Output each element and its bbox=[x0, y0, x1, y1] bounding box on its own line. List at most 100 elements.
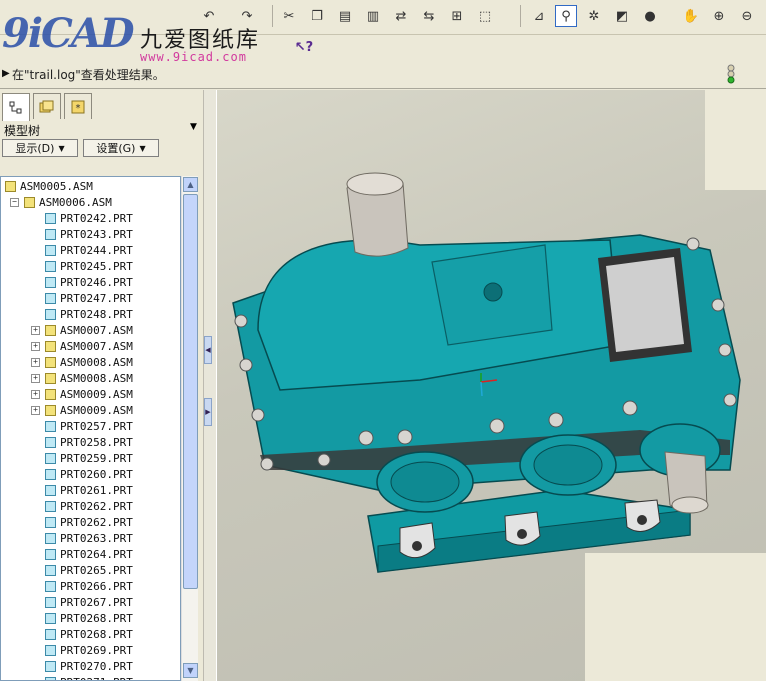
part-icon bbox=[45, 308, 56, 320]
scroll-down-button[interactable]: ▼ bbox=[183, 663, 198, 678]
tree-item[interactable]: PRT0242.PRT bbox=[31, 210, 133, 226]
tree-item-label: PRT0262.PRT bbox=[60, 515, 133, 529]
part-icon bbox=[45, 420, 56, 432]
toolbar-separator bbox=[272, 5, 273, 27]
tree-item[interactable]: PRT0266.PRT bbox=[31, 578, 133, 594]
paste-icon[interactable]: ▤ bbox=[334, 5, 356, 27]
scroll-thumb[interactable] bbox=[183, 194, 198, 589]
tree-item[interactable]: PRT0262.PRT bbox=[31, 514, 133, 530]
expand-right-icon[interactable]: ▶ bbox=[204, 398, 212, 426]
tab-folder-browser[interactable] bbox=[33, 93, 61, 119]
model-tree[interactable]: ASM0005.ASM − ASM0006.ASM PRT0242.PRT PRT024… bbox=[0, 176, 181, 681]
bearing-cap-2-inner bbox=[533, 444, 603, 486]
select-box-icon[interactable]: ⬚ bbox=[474, 5, 496, 27]
tree-item[interactable]: PRT0270.PRT bbox=[31, 658, 133, 674]
copy-icon[interactable]: ❐ bbox=[306, 5, 328, 27]
tree-item[interactable]: PRT0258.PRT bbox=[31, 434, 133, 450]
part-icon bbox=[45, 676, 56, 680]
tree-item[interactable]: PRT0268.PRT bbox=[31, 626, 133, 642]
scroll-up-button[interactable]: ▲ bbox=[183, 177, 198, 192]
tree-item[interactable]: + ASM0009.ASM bbox=[31, 386, 133, 402]
tree-item-label: PRT0264.PRT bbox=[60, 547, 133, 561]
collapse-left-icon[interactable]: ◀ bbox=[204, 336, 212, 364]
assembly-icon bbox=[45, 372, 56, 384]
tree-item[interactable]: PRT0271.PRT bbox=[31, 674, 133, 680]
tree-expander-icon[interactable]: + bbox=[31, 405, 40, 415]
tree-item[interactable]: PRT0267.PRT bbox=[31, 594, 133, 610]
tree-item-label: PRT0266.PRT bbox=[60, 579, 133, 593]
plate-hole bbox=[483, 282, 503, 302]
spin-center-icon[interactable]: ✲ bbox=[583, 5, 605, 27]
cut-icon[interactable]: ✂ bbox=[278, 5, 300, 27]
tree-expander-icon[interactable]: + bbox=[31, 357, 40, 367]
part-icon bbox=[45, 500, 56, 512]
tree-expander-icon[interactable]: + bbox=[31, 325, 40, 335]
settings-button[interactable]: 设置(G) ▼ bbox=[83, 139, 159, 157]
assembly-icon bbox=[5, 180, 16, 192]
model-tree-scrollbar[interactable]: ▲ ▼ bbox=[181, 176, 198, 681]
tree-item[interactable]: PRT0265.PRT bbox=[31, 562, 133, 578]
tree-item[interactable]: PRT0261.PRT bbox=[31, 482, 133, 498]
panel-splitter[interactable] bbox=[203, 90, 217, 681]
tab-favorites[interactable]: * bbox=[64, 93, 92, 119]
tree-item[interactable]: + ASM0007.ASM bbox=[31, 322, 133, 338]
tree-item[interactable]: PRT0259.PRT bbox=[31, 450, 133, 466]
tree-item[interactable]: PRT0263.PRT bbox=[31, 530, 133, 546]
tree-item-label: PRT0262.PRT bbox=[60, 499, 133, 513]
datum-display-icon[interactable]: ⊿ bbox=[528, 5, 550, 27]
part-icon bbox=[45, 436, 56, 448]
tree-expander-icon[interactable]: + bbox=[31, 341, 40, 351]
tree-item-label: PRT0263.PRT bbox=[60, 531, 133, 545]
tree-item[interactable]: PRT0268.PRT bbox=[31, 610, 133, 626]
help-pointer-icon[interactable]: ↖? bbox=[292, 36, 316, 58]
paste-special-icon[interactable]: ▥ bbox=[362, 5, 384, 27]
tree-item[interactable]: + ASM0008.ASM bbox=[31, 354, 133, 370]
regenerate-icon[interactable]: ⇄ bbox=[390, 5, 412, 27]
tree-item[interactable]: PRT0262.PRT bbox=[31, 498, 133, 514]
show-button[interactable]: 显示(D) ▼ bbox=[2, 139, 78, 157]
tree-item[interactable]: − ASM0006.ASM bbox=[10, 194, 112, 210]
tree-item[interactable]: PRT0257.PRT bbox=[31, 418, 133, 434]
tree-item-label: PRT0268.PRT bbox=[60, 627, 133, 641]
tree-item[interactable]: PRT0247.PRT bbox=[31, 290, 133, 306]
zoom-in-icon[interactable]: ⊕ bbox=[708, 5, 730, 27]
part-icon bbox=[45, 580, 56, 592]
tree-expander-icon[interactable]: − bbox=[10, 197, 19, 207]
tree-item[interactable]: PRT0269.PRT bbox=[31, 642, 133, 658]
part-icon bbox=[45, 516, 56, 528]
pan-icon[interactable]: ✋ bbox=[680, 5, 702, 27]
favorites-icon: * bbox=[71, 100, 85, 114]
regenerate-manager-icon[interactable]: ⇆ bbox=[418, 5, 440, 27]
tree-item[interactable]: + ASM0008.ASM bbox=[31, 370, 133, 386]
tree-expander-icon[interactable]: + bbox=[31, 389, 40, 399]
shading-icon[interactable]: ● bbox=[639, 5, 661, 27]
tree-item-label: PRT0244.PRT bbox=[60, 243, 133, 257]
tree-item[interactable]: ASM0005.ASM bbox=[5, 178, 93, 194]
tree-item-label: PRT0245.PRT bbox=[60, 259, 133, 273]
tree-item[interactable]: PRT0264.PRT bbox=[31, 546, 133, 562]
tree-item[interactable]: PRT0260.PRT bbox=[31, 466, 133, 482]
tree-item[interactable]: PRT0245.PRT bbox=[31, 258, 133, 274]
tree-item[interactable]: PRT0248.PRT bbox=[31, 306, 133, 322]
tree-expander-icon[interactable]: + bbox=[31, 373, 40, 383]
show-button-label: 显示(D) bbox=[15, 142, 55, 155]
find-icon[interactable]: ⊞ bbox=[446, 5, 468, 27]
tree-item[interactable]: PRT0246.PRT bbox=[31, 274, 133, 290]
tree-item[interactable]: PRT0244.PRT bbox=[31, 242, 133, 258]
part-icon bbox=[45, 596, 56, 608]
tree-item[interactable]: PRT0243.PRT bbox=[31, 226, 133, 242]
tree-item-label: PRT0259.PRT bbox=[60, 451, 133, 465]
orient-icon[interactable]: ◩ bbox=[611, 5, 633, 27]
csys-display-icon[interactable]: ⚲ bbox=[555, 5, 577, 27]
assembly-icon bbox=[45, 324, 56, 336]
tab-model-tree[interactable] bbox=[2, 93, 30, 121]
tree-item[interactable]: + ASM0009.ASM bbox=[31, 402, 133, 418]
foot-lug-1 bbox=[399, 522, 436, 559]
part-icon bbox=[45, 532, 56, 544]
tree-item[interactable]: + ASM0007.ASM bbox=[31, 338, 133, 354]
part-icon bbox=[45, 612, 56, 624]
message-text: 在"trail.log"查看处理结果。 bbox=[12, 68, 165, 82]
zoom-out-icon[interactable]: ⊖ bbox=[736, 5, 758, 27]
panel-menu-dropdown-icon[interactable]: ▼ bbox=[190, 122, 197, 132]
message-bar: ▶ 在"trail.log"查看处理结果。 bbox=[0, 62, 766, 89]
